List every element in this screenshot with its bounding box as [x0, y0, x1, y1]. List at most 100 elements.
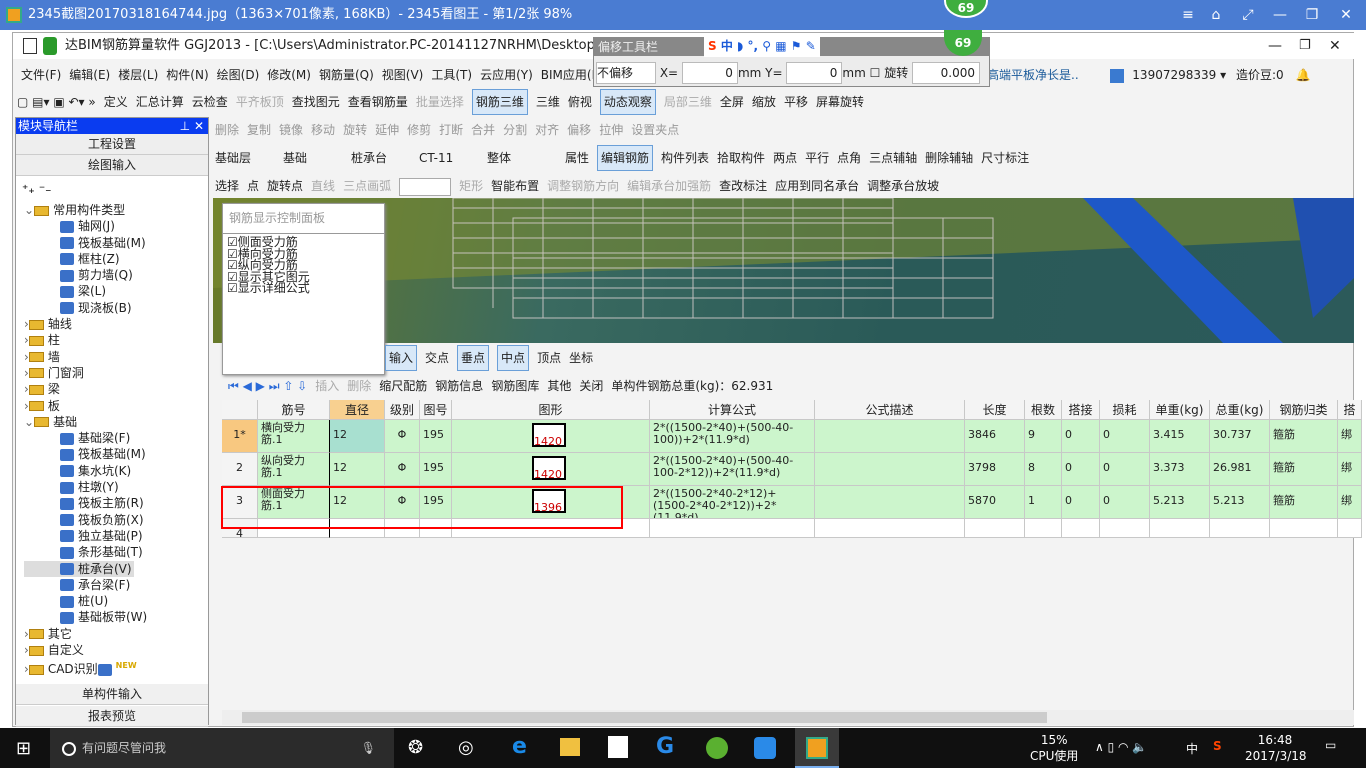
menu-item[interactable]: 绘图(D): [217, 63, 260, 87]
table-cell[interactable]: 3846: [965, 420, 1025, 453]
table-cell[interactable]: 12: [330, 420, 385, 453]
app-icon-2[interactable]: [706, 737, 728, 759]
table-cell[interactable]: 30.737: [1210, 420, 1270, 453]
app-icon-1[interactable]: ◎: [458, 737, 474, 758]
rotate-checkbox[interactable]: ☐: [870, 66, 881, 80]
edit-button[interactable]: 复制: [247, 118, 271, 142]
component-select[interactable]: 桩承台: [351, 146, 411, 170]
table-cell[interactable]: 1: [1025, 486, 1062, 519]
tree-item[interactable]: 基础板带(W): [24, 609, 208, 625]
draw-button[interactable]: 选择: [215, 174, 239, 198]
column-header[interactable]: 公式描述: [815, 400, 965, 420]
tree-item[interactable]: 筏板主筋(R): [24, 495, 208, 511]
table-cell[interactable]: 3.415: [1150, 420, 1210, 453]
rebar-option[interactable]: ☑显示详细公式: [223, 282, 384, 295]
column-header[interactable]: 总重(kg): [1210, 400, 1270, 420]
draw-button[interactable]: 点: [247, 174, 259, 198]
tree-folder[interactable]: › 柱: [24, 332, 208, 348]
table-cell[interactable]: 横向受力筋.1: [258, 420, 330, 453]
fullscreen-icon[interactable]: ⤢: [1232, 0, 1264, 30]
edit-button[interactable]: 延伸: [375, 118, 399, 142]
row-number[interactable]: 2: [222, 453, 258, 486]
menu-item[interactable]: 钢筋量(Q): [319, 63, 374, 87]
table-cell[interactable]: 绑: [1338, 453, 1362, 486]
search-box[interactable]: 有问题尽管问我 🎙: [50, 728, 394, 768]
column-header[interactable]: 直径(mm): [330, 400, 385, 420]
tree-item[interactable]: 梁(L): [24, 283, 208, 299]
grid-button[interactable]: 插入: [315, 374, 339, 398]
component-button[interactable]: 删除辅轴: [925, 146, 973, 170]
edit-button[interactable]: 旋转: [343, 118, 367, 142]
component-button[interactable]: 拾取构件: [717, 146, 765, 170]
component-button[interactable]: 三点辅轴: [869, 146, 917, 170]
table-cell[interactable]: 0: [1100, 420, 1150, 453]
toolbar-button[interactable]: 动态观察: [599, 89, 656, 115]
toolbar-button[interactable]: 汇总计算: [136, 90, 184, 114]
taskview-icon[interactable]: ❂: [408, 737, 423, 758]
tree-item[interactable]: 基础梁(F): [24, 430, 208, 446]
tab-report-preview[interactable]: 报表预览: [16, 706, 208, 727]
edit-button[interactable]: 打断: [439, 118, 463, 142]
arc-select[interactable]: [399, 177, 452, 196]
table-cell[interactable]: 3601420: [452, 420, 650, 453]
tree-item[interactable]: 集水坑(K): [24, 463, 208, 479]
edit-button[interactable]: 移动: [311, 118, 335, 142]
edit-button[interactable]: 镜像: [279, 118, 303, 142]
menu-item[interactable]: 修改(M): [267, 63, 311, 87]
table-cell[interactable]: [1338, 519, 1362, 538]
toolbar-button[interactable]: 三维: [536, 90, 560, 114]
table-cell[interactable]: [650, 519, 815, 538]
table-cell[interactable]: [1150, 519, 1210, 538]
draw-button[interactable]: 智能布置: [491, 174, 539, 198]
table-cell[interactable]: [815, 453, 965, 486]
menu-item[interactable]: BIM应用(I): [541, 63, 600, 87]
tree-item[interactable]: 剪力墙(Q): [24, 267, 208, 283]
edit-button[interactable]: 偏移: [567, 118, 591, 142]
table-cell[interactable]: 箍筋: [1270, 486, 1338, 519]
column-header[interactable]: 搭: [1338, 400, 1362, 420]
component-button[interactable]: 构件列表: [661, 146, 709, 170]
table-cell[interactable]: 0: [1062, 453, 1100, 486]
table-cell[interactable]: [815, 519, 965, 538]
draw-button[interactable]: 编辑承台加强筋: [627, 174, 711, 198]
menu-item[interactable]: 构件(N): [166, 63, 208, 87]
component-select[interactable]: 基础: [283, 146, 343, 170]
toolbar-button[interactable]: 查看钢筋量: [348, 90, 408, 114]
edge-icon[interactable]: e: [512, 734, 527, 759]
tree-item[interactable]: 框柱(Z): [24, 251, 208, 267]
toolbar-button[interactable]: 批量选择: [416, 90, 464, 114]
menu-item[interactable]: 编辑(E): [69, 63, 110, 87]
toolbar-button[interactable]: 局部三维: [664, 90, 712, 114]
offset-mode-select[interactable]: 不偏移: [596, 62, 656, 84]
viewer-task[interactable]: [795, 728, 839, 768]
component-button[interactable]: 尺寸标注: [981, 146, 1029, 170]
tab-drawing-input[interactable]: 绘图输入: [16, 155, 208, 176]
table-cell[interactable]: 5870: [965, 486, 1025, 519]
minimize-button[interactable]: —: [1264, 0, 1296, 30]
column-header[interactable]: 计算公式: [650, 400, 815, 420]
sogou-tray-icon[interactable]: S: [1213, 739, 1222, 753]
table-cell[interactable]: 0: [1062, 420, 1100, 453]
menu-item[interactable]: 工具(T): [431, 63, 472, 87]
maximize-button[interactable]: ❐: [1296, 0, 1328, 30]
table-cell[interactable]: 纵向受力筋.1: [258, 453, 330, 486]
column-header[interactable]: 长度(mm): [965, 400, 1025, 420]
grid-button[interactable]: 删除: [347, 374, 371, 398]
table-cell[interactable]: 0: [1062, 486, 1100, 519]
edit-button[interactable]: 修剪: [407, 118, 431, 142]
table-cell[interactable]: [1270, 519, 1338, 538]
tree-folder[interactable]: ⌄ 常用构件类型: [24, 202, 208, 218]
toolbar-button[interactable]: 平齐板顶: [236, 90, 284, 114]
column-header[interactable]: 图形: [452, 400, 650, 420]
table-cell[interactable]: 3361420: [452, 453, 650, 486]
bell-icon[interactable]: 🔔: [1295, 68, 1310, 82]
column-header[interactable]: 钢筋归类: [1270, 400, 1338, 420]
snap-button[interactable]: 坐标: [569, 346, 593, 370]
column-header[interactable]: 级别: [385, 400, 420, 420]
grid-button[interactable]: 钢筋信息: [435, 374, 483, 398]
table-cell[interactable]: 3.373: [1150, 453, 1210, 486]
toolbar-button[interactable]: 云检查: [192, 90, 228, 114]
edit-button[interactable]: 合并: [471, 118, 495, 142]
column-header[interactable]: 搭接: [1062, 400, 1100, 420]
table-cell[interactable]: 0: [1100, 486, 1150, 519]
